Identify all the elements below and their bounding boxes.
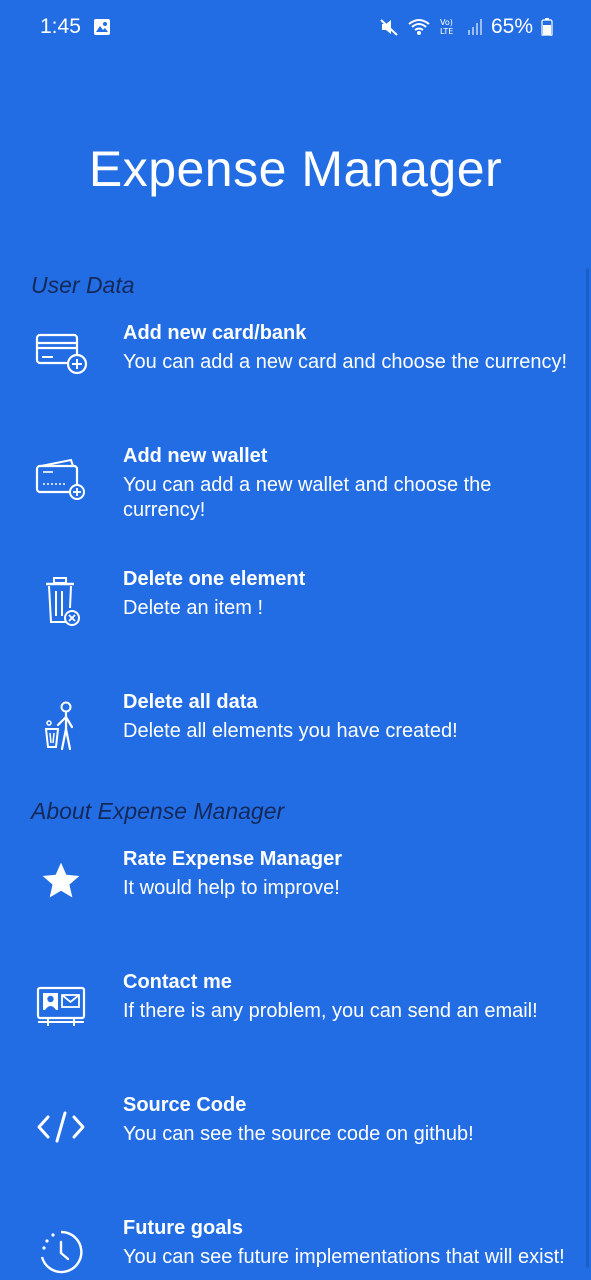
item-title: Delete all data bbox=[123, 691, 258, 713]
volte-icon: Vo) LTE bbox=[439, 17, 459, 37]
item-description: You can add a new card and choose the cu… bbox=[123, 351, 568, 373]
item-description: You can see the source code on github! bbox=[123, 1123, 474, 1145]
item-description: If there is any problem, you can send an… bbox=[123, 1000, 538, 1022]
wifi-icon bbox=[407, 17, 431, 37]
item-title: Delete one element bbox=[123, 568, 306, 590]
battery-icon bbox=[541, 18, 553, 36]
mute-icon bbox=[379, 17, 399, 37]
status-time: 1:45 bbox=[40, 15, 81, 38]
menu-item-delete-all[interactable]: Delete all data Delete all elements you … bbox=[0, 691, 591, 801]
item-description: You can add a new wallet and choose the … bbox=[123, 474, 492, 521]
section-header-about: About Expense Manager bbox=[31, 798, 285, 824]
item-title: Source Code bbox=[123, 1094, 247, 1116]
item-description: You can see future implementations that … bbox=[123, 1246, 565, 1268]
svg-text:LTE: LTE bbox=[440, 27, 453, 36]
image-notification-icon bbox=[93, 18, 111, 36]
item-title: Rate Expense Manager bbox=[123, 848, 342, 870]
menu-item-future-goals[interactable]: Future goals You can see future implemen… bbox=[0, 1217, 591, 1280]
trash-delete-icon bbox=[30, 570, 92, 632]
menu-item-contact[interactable]: Contact me If there is any problem, you … bbox=[0, 971, 591, 1081]
person-trash-icon bbox=[30, 695, 92, 757]
svg-text:Vo): Vo) bbox=[440, 18, 453, 27]
signal-icon bbox=[467, 18, 483, 36]
status-bar: 1:45 Vo) LTE 65% bbox=[0, 0, 591, 54]
item-title: Contact me bbox=[123, 971, 232, 993]
item-title: Add new wallet bbox=[123, 445, 268, 467]
app-title: Expense Manager bbox=[88, 141, 503, 197]
contact-card-icon bbox=[30, 975, 92, 1037]
star-icon bbox=[30, 850, 92, 912]
item-description: Delete all elements you have created! bbox=[123, 720, 458, 742]
item-title: Add new card/bank bbox=[123, 322, 307, 344]
status-left: 1:45 bbox=[40, 15, 111, 39]
card-add-icon bbox=[30, 322, 92, 384]
section-header-user-data: User Data bbox=[31, 272, 135, 298]
menu-item-rate[interactable]: Rate Expense Manager It would help to im… bbox=[0, 848, 591, 958]
item-title: Future goals bbox=[123, 1217, 244, 1239]
menu-item-add-wallet[interactable]: Add new wallet You can add a new wallet … bbox=[0, 445, 591, 555]
menu-item-add-card[interactable]: Add new card/bank You can add a new card… bbox=[0, 322, 591, 432]
menu-item-delete-one[interactable]: Delete one element Delete an item ! bbox=[0, 568, 591, 678]
battery-percent: 65% bbox=[490, 15, 533, 38]
status-right: Vo) LTE 65% bbox=[379, 15, 553, 39]
code-icon bbox=[30, 1096, 92, 1158]
history-clock-icon bbox=[30, 1221, 92, 1280]
menu-item-source-code[interactable]: Source Code You can see the source code … bbox=[0, 1094, 591, 1204]
item-description: Delete an item ! bbox=[123, 597, 264, 619]
wallet-add-icon bbox=[30, 447, 92, 509]
item-description: It would help to improve! bbox=[123, 877, 340, 899]
